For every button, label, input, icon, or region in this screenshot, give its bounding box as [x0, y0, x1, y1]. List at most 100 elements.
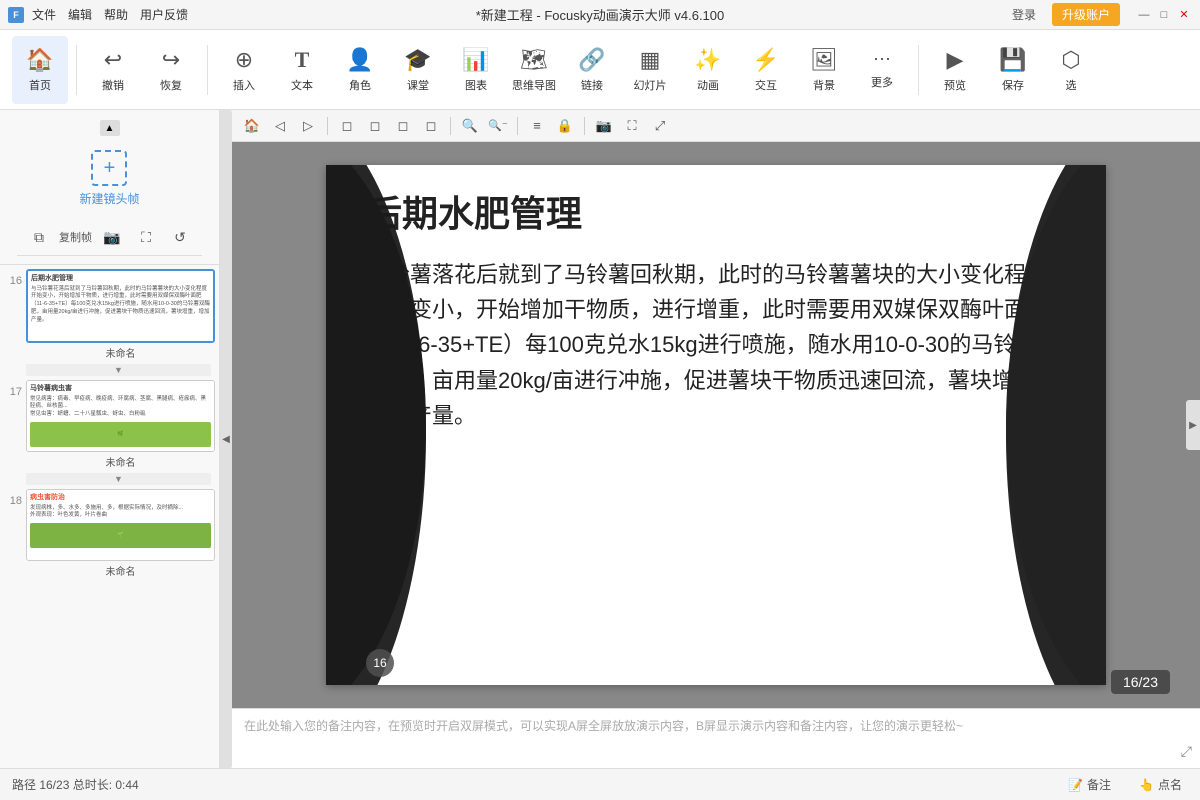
canvas-sep-3	[517, 117, 518, 135]
rotate-icon: ↺	[174, 229, 186, 246]
notes-expand-icon[interactable]: ⤢	[1181, 743, 1192, 760]
slide-label-16: 未命名	[26, 343, 215, 362]
toolbar-preview[interactable]: ▶ 预览	[927, 36, 983, 104]
toolbar-slide[interactable]: ▦ 幻灯片	[622, 36, 678, 104]
slide-content: 后期水肥管理 马铃薯落花后就到了马铃薯回秋期，此时的马铃薯薯块的大小变化程度开始…	[366, 185, 1066, 665]
chevron-right-icon: ▶	[1189, 420, 1197, 431]
new-frame-button[interactable]: + 新建镜头帧	[73, 144, 145, 213]
menu-feedback[interactable]: 用户反馈	[140, 6, 188, 23]
canvas-frame1-btn[interactable]: ◻	[335, 114, 359, 138]
toolbar-animate[interactable]: ✨ 动画	[680, 36, 736, 104]
toolbar-select[interactable]: ⬡ 选	[1043, 36, 1099, 104]
canvas-sep-4	[584, 117, 585, 135]
toolbar-interact[interactable]: ⚡ 交互	[738, 36, 794, 104]
slide-item-17[interactable]: 17 马铃薯病虫害 常见病害：病毒、早疫病、晚疫病、环腐病、茎腐、黑腿病、疮痂病…	[4, 380, 215, 471]
slide-body: 马铃薯落花后就到了马铃薯回秋期，此时的马铃薯薯块的大小变化程度开始变小，开始增加…	[366, 257, 1066, 433]
toolbar-link[interactable]: 🔗 链接	[564, 36, 620, 104]
toolbar-link-label: 链接	[581, 77, 603, 93]
upgrade-button[interactable]: 升级账户	[1052, 3, 1120, 26]
copy-icon: ⧉	[34, 229, 44, 246]
main-area: ▲ + 新建镜头帧 ⧉ 复制帧 📷 ⛶ ↺	[0, 110, 1200, 768]
canvas-lock-btn[interactable]: 🔒	[553, 114, 577, 138]
text-icon: T	[295, 47, 310, 73]
slide-num-16: 16	[4, 269, 22, 287]
toolbar-home[interactable]: 🏠 首页	[12, 36, 68, 104]
toolbar-preview-label: 预览	[944, 77, 966, 93]
toolbar-chart[interactable]: 📊 图表	[448, 36, 504, 104]
frame-icon: ⛶	[141, 229, 151, 246]
canvas-prev-btn[interactable]: ◁	[268, 114, 292, 138]
toolbar: 🏠 首页 ↩ 撤销 ↪ 恢复 ⊕ 插入 T 文本 👤 角色 🎓 课堂	[0, 30, 1200, 110]
toolbar-bg[interactable]: 🖼 背景	[796, 36, 852, 104]
canvas-fullscreen-btn[interactable]: ⛶	[620, 114, 644, 138]
notes-icon: 📝	[1068, 778, 1083, 792]
toolbar-more[interactable]: ⋯ 更多	[854, 36, 910, 104]
canvas-frame2-btn[interactable]: ◻	[363, 114, 387, 138]
right-expand-button[interactable]: ▶	[1186, 400, 1200, 450]
slide-thumb-18[interactable]: 病虫害防治 发现病株，多、水多、多施用、多，根据实际情况，及时摘除... 外观表…	[26, 489, 215, 561]
chevron-left-icon: ◀	[222, 434, 230, 445]
insert-icon: ⊕	[235, 47, 253, 73]
canvas-list-btn[interactable]: ≡	[525, 114, 549, 138]
slide-collapse-16[interactable]: ▼	[26, 364, 211, 376]
canvas-home-btn[interactable]: 🏠	[240, 114, 264, 138]
menu-edit[interactable]: 编辑	[68, 6, 92, 23]
points-button[interactable]: 👆 点名	[1133, 774, 1188, 795]
canvas-screenshot-btn[interactable]: 📷	[592, 114, 616, 138]
titlebar-left: F 文件 编辑 帮助 用户反馈	[8, 6, 188, 23]
zoom-out-btn[interactable]: 🔍⁻	[486, 114, 510, 138]
menu-file[interactable]: 文件	[32, 6, 56, 23]
maximize-button[interactable]: □	[1156, 7, 1172, 23]
slide-badge: 16	[366, 649, 394, 677]
notes-area[interactable]: 在此处输入您的备注内容，在预览时开启双屏模式，可以实现A屏全屏放放演示内容，B屏…	[232, 708, 1200, 768]
close-button[interactable]: ✕	[1176, 7, 1192, 23]
login-button[interactable]: 登录	[1004, 4, 1044, 25]
slide-thumb-16[interactable]: 后期水肥管理 与马铃薯花落后就到了马铃薯回秋期，此时的马铃薯薯块的大小变化程度开…	[26, 269, 215, 343]
minimize-button[interactable]: —	[1136, 7, 1152, 23]
toolbar-more-label: 更多	[871, 74, 893, 90]
toolbar-text[interactable]: T 文本	[274, 36, 330, 104]
scroll-up-arrow[interactable]: ▲	[100, 120, 120, 136]
toolbar-redo[interactable]: ↪ 恢复	[143, 36, 199, 104]
undo-icon: ↩	[104, 47, 122, 73]
new-frame-label: 新建镜头帧	[79, 190, 139, 207]
frame-view-button[interactable]: ⛶	[132, 223, 160, 251]
notes-button[interactable]: 📝 备注	[1062, 774, 1117, 795]
toolbar-classroom[interactable]: 🎓 课堂	[390, 36, 446, 104]
titlebar: F 文件 编辑 帮助 用户反馈 *新建工程 - Focusky动画演示大师 v4…	[0, 0, 1200, 30]
toolbar-role[interactable]: 👤 角色	[332, 36, 388, 104]
toolbar-insert[interactable]: ⊕ 插入	[216, 36, 272, 104]
toolbar-classroom-label: 课堂	[407, 77, 429, 93]
slide-item-18[interactable]: 18 病虫害防治 发现病株，多、水多、多施用、多，根据实际情况，及时摘除... …	[4, 489, 215, 580]
toolbar-history-group: ↩ 撤销 ↪ 恢复	[81, 36, 203, 104]
menu-bar: 文件 编辑 帮助 用户反馈	[32, 6, 188, 23]
toolbar-interact-label: 交互	[755, 77, 777, 93]
slide-icon: ▦	[640, 47, 661, 73]
zoom-in-btn[interactable]: 🔍	[458, 114, 482, 138]
slide-canvas[interactable]: 后期水肥管理 马铃薯落花后就到了马铃薯回秋期，此时的马铃薯薯块的大小变化程度开始…	[326, 165, 1106, 685]
canvas-frame3-btn[interactable]: ◻	[391, 114, 415, 138]
camera-button[interactable]: 📷	[98, 223, 126, 251]
rotate-button[interactable]: ↺	[166, 223, 194, 251]
toolbar-mindmap[interactable]: 🗺 思维导图	[506, 36, 562, 104]
canvas-expand-btn[interactable]: ⤢	[648, 114, 672, 138]
sidebar-collapse-button[interactable]: ◀	[220, 110, 232, 768]
camera-icon: 📷	[103, 229, 120, 246]
canvas-frame4-btn[interactable]: ◻	[419, 114, 443, 138]
slide-title: 后期水肥管理	[366, 185, 1066, 237]
toolbar-sep-1	[76, 45, 77, 95]
toolbar-chart-label: 图表	[465, 77, 487, 93]
toolbar-insert-group: ⊕ 插入 T 文本 👤 角色 🎓 课堂 📊 图表 🗺 思维导图 🔗 链接 ▦	[212, 36, 914, 104]
toolbar-undo[interactable]: ↩ 撤销	[85, 36, 141, 104]
canvas-next-btn[interactable]: ▷	[296, 114, 320, 138]
sidebar-top: ▲ + 新建镜头帧 ⧉ 复制帧 📷 ⛶ ↺	[0, 110, 219, 265]
copy-frame-button[interactable]: ⧉	[25, 223, 53, 251]
slide-thumb-17[interactable]: 马铃薯病虫害 常见病害：病毒、早疫病、晚疫病、环腐病、茎腐、黑腿病、疮痂病、黑胫…	[26, 380, 215, 452]
menu-help[interactable]: 帮助	[104, 6, 128, 23]
slide-collapse-17[interactable]: ▼	[26, 473, 211, 485]
app-title: *新建工程 - Focusky动画演示大师 v4.6.100	[476, 5, 725, 24]
redo-icon: ↪	[162, 47, 180, 73]
toolbar-text-label: 文本	[291, 77, 313, 93]
slide-item-16[interactable]: 16 后期水肥管理 与马铃薯花落后就到了马铃薯回秋期，此时的马铃薯薯块的大小变化…	[4, 269, 215, 362]
toolbar-save[interactable]: 💾 保存	[985, 36, 1041, 104]
